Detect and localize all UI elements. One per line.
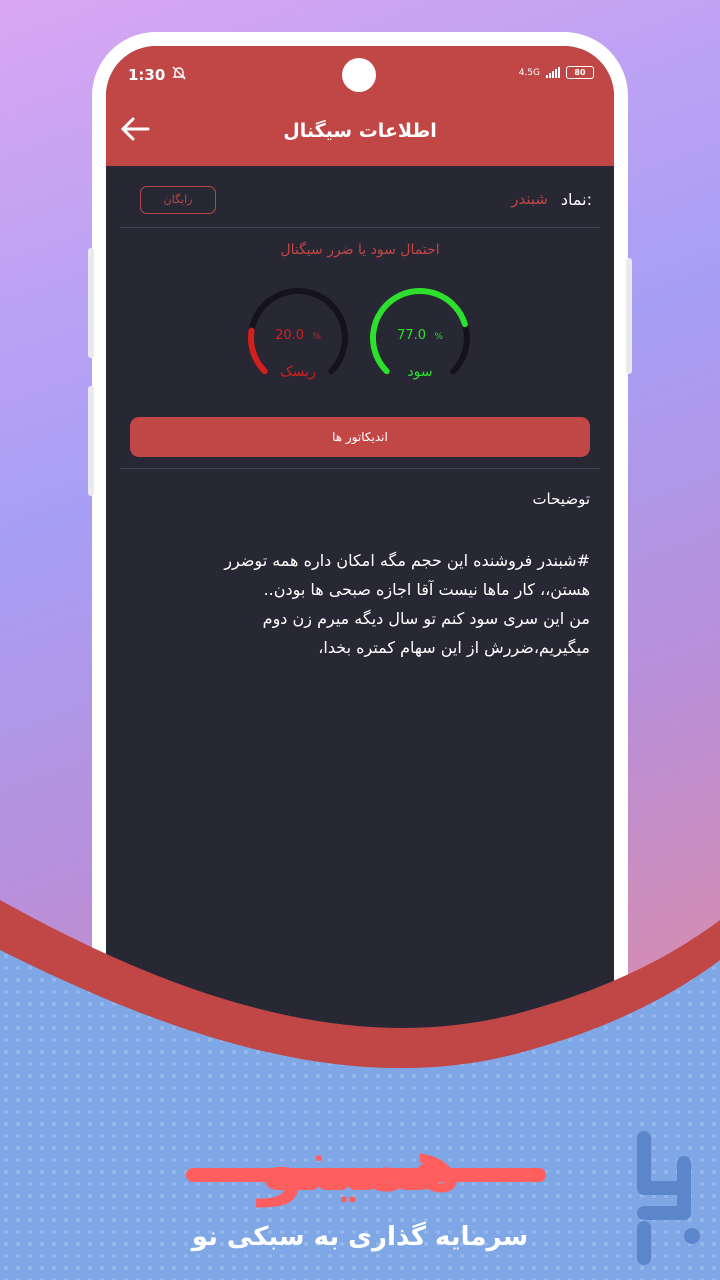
description-line: هستن،، کار ماها نیست آقا اجازه صبحی ها ب… <box>263 580 590 599</box>
bazaar-logo-icon <box>637 1131 700 1265</box>
description-text: #شبندر فروشنده این حجم مگه امکان داره هم… <box>160 546 590 662</box>
network-label: 4.5G <box>518 67 540 78</box>
profit-value: 77.0 % <box>397 328 443 343</box>
status-right: 4.5G 80 <box>519 66 594 79</box>
status-time: 1:30 <box>128 66 166 84</box>
probability-title: احتمال سود یا ضرر سیگنال <box>280 242 440 258</box>
free-badge: رایگان <box>140 186 216 214</box>
description-title: توضیحات <box>532 490 590 508</box>
indicators-button[interactable]: اندیکاتور ها <box>130 417 590 457</box>
risk-label: ریسک <box>280 364 316 380</box>
symbol-value: شبندر <box>511 190 548 208</box>
divider <box>120 468 600 469</box>
camera-cutout <box>342 58 376 92</box>
battery-level: 80 <box>574 68 586 77</box>
bell-off-icon <box>170 64 188 86</box>
symbol-label: نماد: <box>560 190 592 209</box>
description-line: #شبندر فروشنده این حجم مگه امکان داره هم… <box>224 551 590 570</box>
description-line: میگیریم،ضررش از این سهام کمتره بخدا، <box>318 638 590 657</box>
profit-gauge: 77.0 % سود <box>368 286 472 390</box>
risk-gauge: 20.0 % ریسک <box>246 286 350 390</box>
phone-side-button-left-lower <box>88 386 94 496</box>
description-line: من این سری سود کنم تو سال دیگه میرم زن د… <box>262 609 590 628</box>
symbol-row: نماد: شبندر رایگان <box>120 186 592 220</box>
brand-logo: همینو <box>258 1123 462 1207</box>
profit-label: سود <box>407 364 433 380</box>
risk-value: 20.0 % <box>275 328 321 343</box>
signal-icon <box>546 67 560 78</box>
brand-tagline: سرمایه گذاری به سبکی نو <box>191 1222 529 1252</box>
page-title: اطلاعات سیگنال <box>283 120 437 142</box>
divider <box>120 227 600 228</box>
brand-underline <box>186 1168 546 1182</box>
phone-side-button-right <box>626 258 632 374</box>
app-header: 1:30 4.5G 80 اطلاعات سیگنال <box>106 46 614 166</box>
phone-side-button-left <box>88 248 94 358</box>
battery-icon: 80 <box>566 66 594 79</box>
